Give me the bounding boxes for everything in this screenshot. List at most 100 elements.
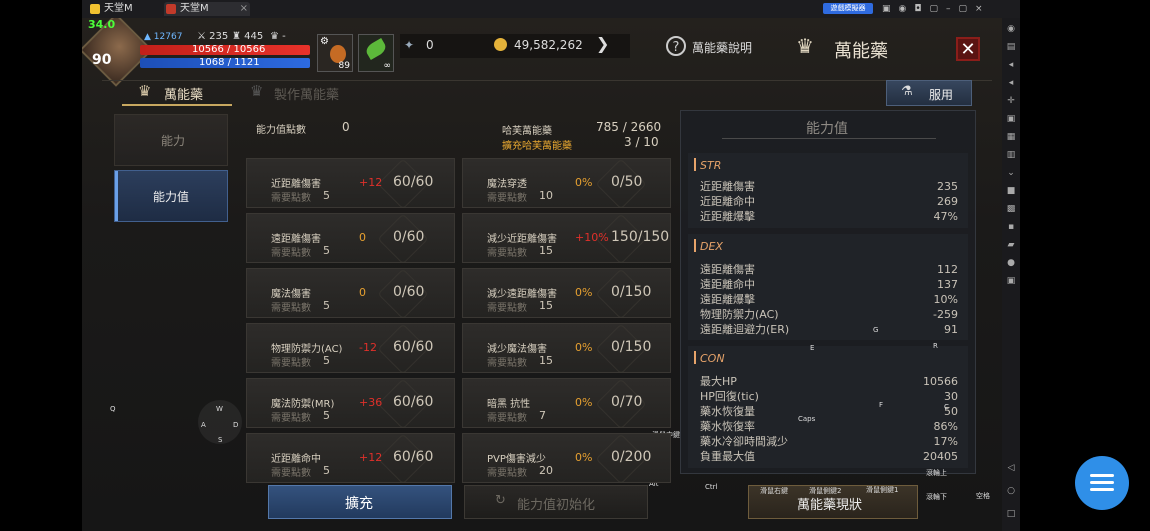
ability-cell[interactable]: 近距離傷害 需要點數 5 +12 60/60 <box>246 158 455 210</box>
key-f: F <box>879 401 884 409</box>
emulator-badge[interactable]: 遊戲模擬器 <box>823 3 873 14</box>
stat-name: 負重最大值 <box>700 450 755 463</box>
infinity-icon: ∞ <box>383 61 392 71</box>
ability-bonus: +36 <box>359 396 383 409</box>
stat-row: 近距離命中 269 <box>688 194 968 209</box>
expand-icon[interactable]: ⌄ <box>1006 168 1016 178</box>
camera-icon[interactable]: ■ <box>1006 186 1016 196</box>
ability-cell[interactable]: 暗黑 抗性 需要點數 7 0% 0/70 <box>462 378 671 430</box>
close-tab-icon[interactable]: × <box>240 2 248 16</box>
folder-icon[interactable]: ▰ <box>1006 240 1016 250</box>
required-points-value: 7 <box>539 409 546 422</box>
nav-active-indicator <box>115 171 118 221</box>
nav-ability-label: 能力 <box>161 134 186 148</box>
required-points-value: 15 <box>539 299 553 312</box>
ability-progress: 0/70 <box>611 394 643 410</box>
ability-name: 減少魔法傷害 <box>487 344 547 355</box>
apk-icon[interactable]: ▪ <box>1006 222 1016 232</box>
gem-icon: ✦ <box>404 38 415 52</box>
required-points-label: 需要點數 <box>271 303 311 314</box>
required-points-value: 5 <box>323 189 330 202</box>
ability-progress: 60/60 <box>393 339 434 355</box>
screen-icon[interactable]: ▤ <box>1006 42 1016 52</box>
stat-a-text: 235 <box>209 31 229 42</box>
nav-ability-value[interactable]: 能力值 <box>114 170 228 222</box>
dex-section: DEX 遠距離傷害 112 遠距離命中 137 遠距離爆擊 10% 物理防禦力(AC) -25… <box>688 234 968 340</box>
required-points-value: 10 <box>539 189 553 202</box>
fullscreen-icon[interactable]: ✛ <box>1006 96 1016 106</box>
ability-cell[interactable]: 減少魔法傷害 需要點數 15 0% 0/150 <box>462 323 671 375</box>
required-points-value: 5 <box>323 244 330 257</box>
con-marker <box>694 351 696 364</box>
stat-value: -259 <box>933 308 958 321</box>
sync-icon[interactable]: ▣ <box>1006 114 1016 124</box>
required-points-label: 需要點數 <box>487 468 527 479</box>
volume-up-icon[interactable]: ◂ <box>1006 60 1016 70</box>
ability-cell[interactable]: 近距離命中 需要點數 5 +12 60/60 <box>246 433 455 485</box>
ability-name: 近距離傷害 <box>271 179 321 190</box>
stat-row: 近距離爆擊 47% <box>688 209 968 224</box>
ability-cell[interactable]: 遠距離傷害 需要點數 5 0 0/60 <box>246 213 455 265</box>
ability-progress: 0/150 <box>611 284 652 300</box>
floating-menu-button[interactable] <box>1075 456 1129 510</box>
stat-name: 最大HP <box>700 375 737 388</box>
stat-row: 遠距離迴避力(ER) 91 <box>688 322 968 337</box>
key-e: E <box>810 344 815 352</box>
tab-craft[interactable]: 製作萬能藥 <box>274 84 339 103</box>
tab-game[interactable]: 天堂M × <box>164 2 250 16</box>
elixir-tab-icon: ♛ <box>138 82 152 100</box>
help-icon[interactable]: ? <box>666 36 686 56</box>
stat-c-text: - <box>282 31 286 42</box>
stat-name: 藥水冷卻時間減少 <box>700 435 788 448</box>
close-button[interactable]: ✕ <box>956 37 980 61</box>
volume-down-icon[interactable]: ◂ <box>1006 78 1016 88</box>
key-wheel-down: 滾輪下 <box>926 493 947 501</box>
expand-button[interactable]: 擴充 <box>268 485 452 519</box>
stat-name: HP回復(tic) <box>700 390 759 403</box>
multi-instance-icon[interactable]: ▣ <box>1006 276 1016 286</box>
tab-elixir[interactable]: 萬能藥 <box>164 84 203 103</box>
recent-apps-icon[interactable]: □ <box>1006 509 1016 519</box>
stat-row: HP回復(tic) 30 <box>688 389 968 404</box>
ability-name: 減少遠距離傷害 <box>487 289 557 300</box>
macro-icon[interactable]: ▦ <box>1006 132 1016 142</box>
leaf-slot[interactable]: ∞ <box>358 34 394 72</box>
ability-bonus: -12 <box>359 341 377 354</box>
reset-button[interactable]: ↻ 能力值初始化 <box>464 485 648 519</box>
image-icon[interactable]: ▩ <box>1006 204 1016 214</box>
ability-cell[interactable]: 減少近距離傷害 需要點數 15 +10% 150/150 <box>462 213 671 265</box>
location-icon[interactable]: ● <box>1006 258 1016 268</box>
nav-ability[interactable]: 能力 <box>114 114 228 166</box>
back-icon[interactable]: ◁ <box>1006 463 1016 473</box>
use-button[interactable]: ⚗ 服用 <box>886 80 972 106</box>
ability-cell[interactable]: PVP傷害減少 需要點數 20 0% 0/200 <box>462 433 671 485</box>
required-points-label: 需要點數 <box>271 193 311 204</box>
ability-name: 暗黑 抗性 <box>487 399 531 410</box>
tab-home[interactable]: 天堂M <box>88 2 174 16</box>
elixir-icon: ♛ <box>796 34 814 58</box>
keyboard-icon[interactable]: ◉ <box>1006 24 1016 34</box>
window-controls[interactable]: ▣◉◘▢–▢× <box>882 4 991 14</box>
ability-bonus: 0% <box>575 286 593 299</box>
stat-name: 遠距離命中 <box>700 278 755 291</box>
ability-cell[interactable]: 魔法穿透 需要點數 10 0% 0/50 <box>462 158 671 210</box>
ability-cell[interactable]: 魔法防禦(MR) 需要點數 5 +36 60/60 <box>246 378 455 430</box>
page-title: 萬能藥 <box>834 41 888 62</box>
chevron-right-icon[interactable]: ❯ <box>596 34 609 53</box>
buff-slot[interactable]: ⚙ 89 <box>317 34 353 72</box>
ability-cell[interactable]: 物理防禦力(AC) 需要點數 5 -12 60/60 <box>246 323 455 375</box>
key-space: 空格 <box>976 492 990 500</box>
key-ctrl: Ctrl <box>705 483 718 491</box>
points-value: 0 <box>342 120 350 134</box>
required-points-value: 5 <box>323 299 330 312</box>
record-icon[interactable]: ▥ <box>1006 150 1016 160</box>
home-icon[interactable]: ○ <box>1006 486 1016 496</box>
stat-value: 91 <box>944 323 958 336</box>
ability-cell[interactable]: 減少遠距離傷害 需要點數 15 0% 0/150 <box>462 268 671 320</box>
help-label[interactable]: 萬能藥說明 <box>692 39 752 56</box>
ability-progress: 150/150 <box>611 229 670 245</box>
ability-cell[interactable]: 魔法傷害 需要點數 5 0 0/60 <box>246 268 455 320</box>
required-points-label: 需要點數 <box>271 468 311 479</box>
required-points-label: 需要點數 <box>487 303 527 314</box>
ability-progress: 0/60 <box>393 229 425 245</box>
